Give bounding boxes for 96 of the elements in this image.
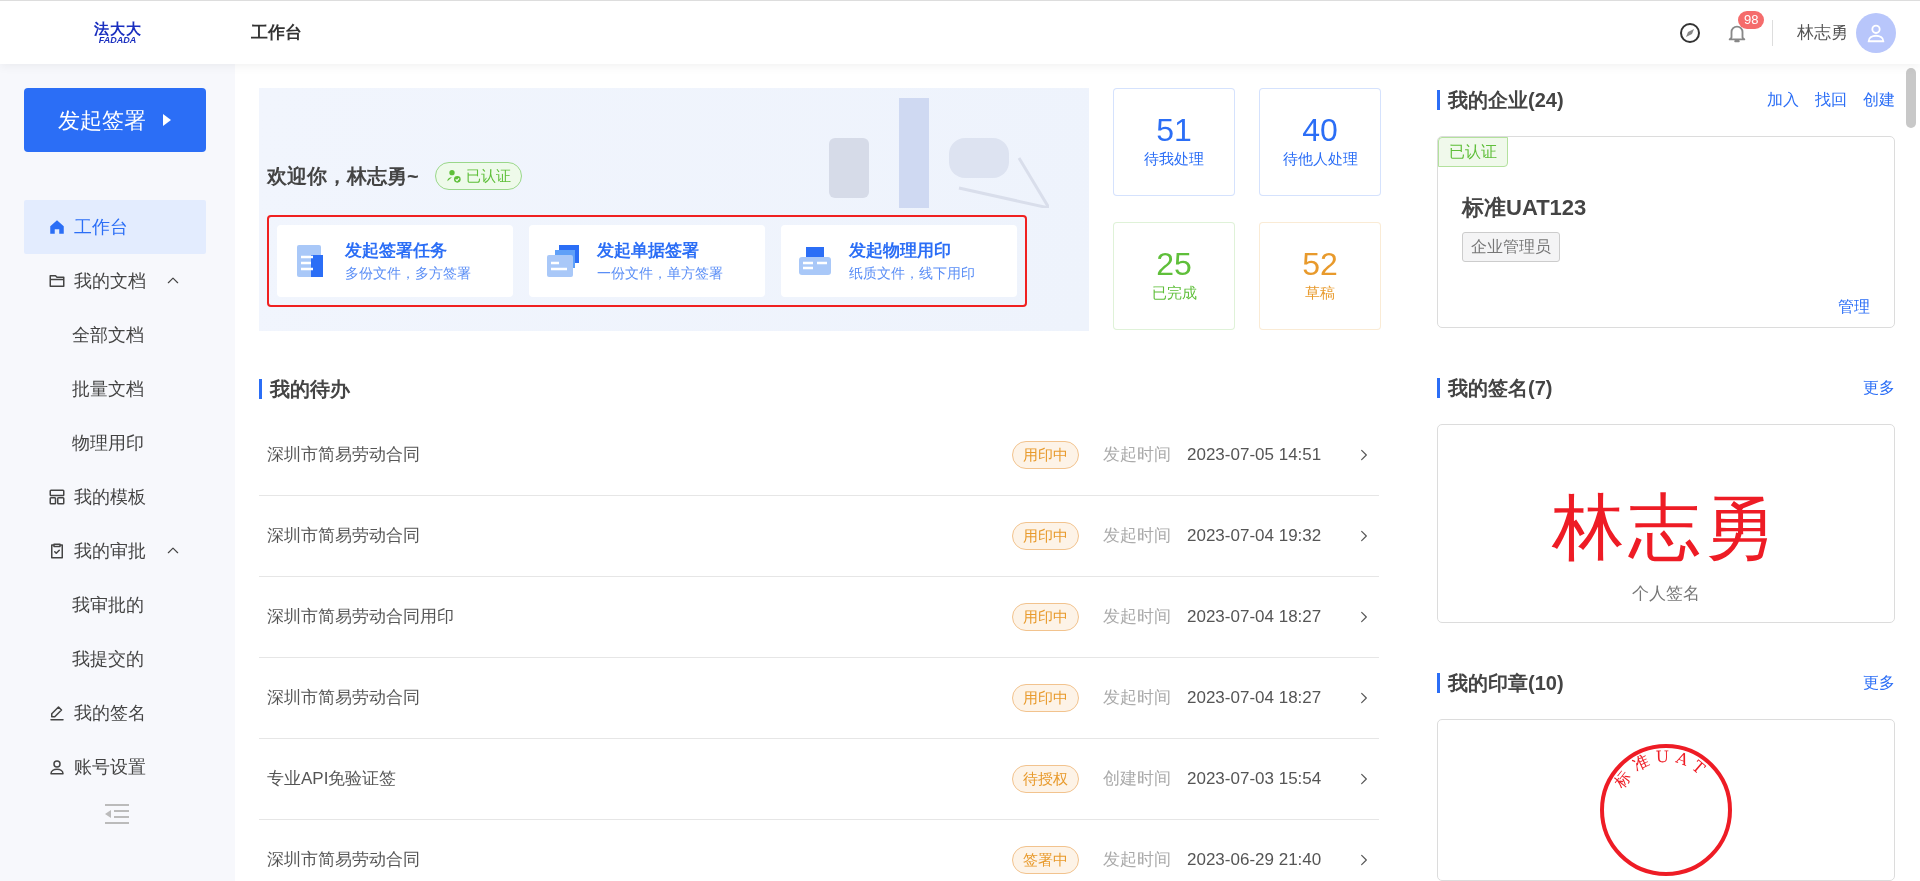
sidebar-subitem[interactable]: 全部文档 [24,308,206,362]
stat-value: 40 [1302,113,1338,149]
clipboard-check-icon [48,542,66,560]
document-name: 深圳市简易劳动合同 [267,444,421,467]
time-label: 创建时间 [1103,768,1171,791]
action-card[interactable]: 发起物理用印 纸质文件，线下用印 [781,225,1017,297]
stat-card[interactable]: 40 待他人处理 [1259,88,1381,196]
user-name[interactable]: 林志勇 [1797,19,1848,46]
stat-label: 待他人处理 [1282,149,1358,170]
todo-row[interactable]: 深圳市简易劳动合同 用印中 发起时间 2023-07-04 18:27 [259,658,1379,739]
caret-icon [162,113,172,127]
verified-tag: 已认证 [1438,137,1508,167]
verified-user-icon [445,168,462,184]
stat-value: 51 [1156,113,1192,149]
start-sign-button[interactable]: 发起签署 [24,88,206,152]
time-label: 发起时间 [1103,606,1171,629]
action-subtitle: 纸质文件，线下用印 [849,264,975,284]
document-name: 深圳市简易劳动合同 [267,849,421,872]
status-tag: 用印中 [1012,440,1079,470]
header-link[interactable]: 找回 [1815,88,1847,112]
action-card[interactable]: 发起单据签署 一份文件，单方签署 [529,225,765,297]
logo-text: 法大大 [93,20,142,36]
signature-caption: 个人签名 [1632,582,1700,605]
time-label: 发起时间 [1103,687,1171,710]
notification-count: 98 [1738,10,1765,29]
action-card[interactable]: 发起签署任务 多份文件，多方签署 [277,225,513,297]
stat-label: 已完成 [1151,282,1197,303]
todo-row[interactable]: 深圳市简易劳动合同用印 用印中 发起时间 2023-07-04 18:27 [259,577,1379,658]
action-subtitle: 多份文件，多方签署 [345,264,471,284]
document-name: 深圳市简易劳动合同用印 [267,606,455,629]
section-title: 我的签名(7) [1437,377,1553,398]
header-link[interactable]: 创建 [1863,88,1895,112]
action-title: 发起单据签署 [597,239,700,262]
time-text: 2023-07-03 15:54 [1187,768,1323,791]
scrollbar-thumb[interactable] [1906,68,1916,128]
sidebar-item[interactable]: 账号设置 [24,740,206,794]
status-tag: 签署中 [1012,845,1079,875]
section-title: 我的企业(24) [1437,90,1564,110]
document-name: 专业API免验证签 [267,768,398,791]
stat-value: 25 [1156,246,1192,282]
sidebar-subitem[interactable]: 我提交的 [24,632,206,686]
stat-label: 待我处理 [1144,149,1204,170]
time-text: 2023-07-05 14:51 [1187,444,1323,467]
status-tag: 用印中 [1012,683,1079,713]
sidebar-item[interactable]: 我的签名 [24,686,206,740]
header-link[interactable]: 更多 [1863,375,1895,400]
sidebar-item[interactable]: 我的模板 [24,470,206,524]
role-tag: 企业管理员 [1462,232,1560,262]
sidebar-subitem[interactable]: 物理用印 [24,416,206,470]
section-title: 我的印章(10) [1437,673,1564,693]
stat-card[interactable]: 51 待我处理 [1113,88,1235,196]
time-label: 发起时间 [1103,525,1171,548]
header-link[interactable]: 加入 [1767,88,1799,112]
status-tag: 用印中 [1012,521,1079,551]
time-label: 发起时间 [1103,849,1171,872]
user-avatar[interactable] [1856,12,1896,53]
company-name: 标准UAT123 [1462,194,1588,222]
sidebar-item[interactable]: 我的审批 [24,524,206,578]
folder-icon [48,272,66,290]
time-text: 2023-06-29 21:40 [1187,849,1323,872]
time-text: 2023-07-04 19:32 [1187,525,1323,548]
stat-label: 草稿 [1305,282,1335,303]
home-icon [48,218,66,236]
todo-row[interactable]: 专业API免验证签 待授权 创建时间 2023-07-03 15:54 [259,739,1379,820]
time-label: 发起时间 [1103,444,1171,467]
time-text: 2023-07-04 18:27 [1187,606,1323,629]
document-name: 深圳市简易劳动合同 [267,687,421,710]
logo-subtext: FADADA [98,35,137,45]
todo-row[interactable]: 深圳市简易劳动合同 用印中 发起时间 2023-07-04 19:32 [259,496,1379,577]
pen-icon [48,704,66,722]
stat-value: 52 [1302,246,1338,282]
signature-text: 林志勇 [1552,483,1780,571]
stacked-documents-icon [545,243,581,279]
section-title: 我的待办 [259,379,350,399]
header-link[interactable]: 更多 [1863,671,1895,695]
action-subtitle: 一份文件，单方签署 [597,264,723,284]
layout-icon [48,488,66,506]
sidebar-item[interactable]: 工作台 [24,200,206,254]
action-title: 发起物理用印 [849,239,952,262]
status-tag: 待授权 [1012,764,1079,794]
sidebar-subitem[interactable]: 我审批的 [24,578,206,632]
time-text: 2023-07-04 18:27 [1187,687,1323,710]
sidebar-subitem[interactable]: 批量文档 [24,362,206,416]
status-tag: 用印中 [1012,602,1079,632]
welcome-text: 欢迎你，林志勇~ [267,164,419,189]
document-name: 深圳市简易劳动合同 [267,525,421,548]
page-title: 工作台 [251,21,302,44]
verified-badge: 已认证 [434,161,522,191]
collapse-menu-icon[interactable] [104,804,130,824]
todo-row[interactable]: 深圳市简易劳动合同 签署中 发起时间 2023-06-29 21:40 [259,820,1379,881]
action-title: 发起签署任务 [345,239,448,262]
sidebar-item[interactable]: 我的文档 [24,254,206,308]
person-icon [48,758,66,776]
manage-link[interactable]: 管理 [1838,294,1870,319]
compass-icon[interactable] [1678,20,1702,45]
todo-row[interactable]: 深圳市简易劳动合同 用印中 发起时间 2023-07-05 14:51 [259,415,1379,496]
